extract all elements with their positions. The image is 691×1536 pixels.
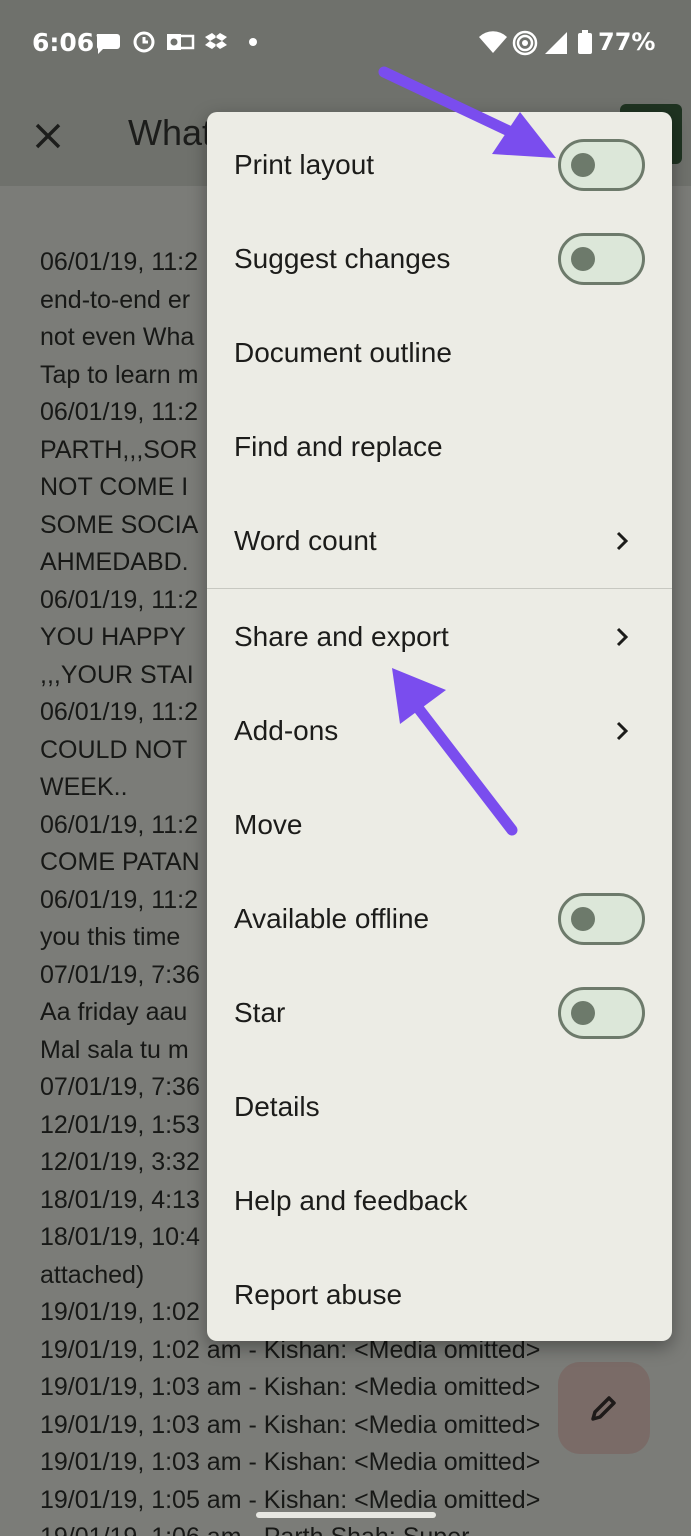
menu-item-help-and-feedback[interactable]: Help and feedback	[207, 1154, 672, 1248]
edit-fab[interactable]	[558, 1362, 650, 1454]
toggle-thumb	[571, 247, 595, 271]
menu-item-details[interactable]: Details	[207, 1060, 672, 1154]
chevron-right-icon	[616, 627, 629, 647]
chevron-right-icon	[616, 721, 629, 741]
chevron-right-icon	[616, 531, 629, 551]
menu-item-move[interactable]: Move	[207, 778, 672, 872]
menu-item-print-layout[interactable]: Print layout	[207, 118, 672, 212]
toggle-thumb	[571, 907, 595, 931]
menu-item-share-and-export[interactable]: Share and export	[207, 590, 672, 684]
document-line: 19/01/19, 1:06 am - Parth Shah: Super	[40, 1519, 691, 1536]
menu-item-label: Print layout	[234, 149, 375, 180]
menu-item-label: Star	[234, 997, 286, 1028]
outlook-icon	[165, 28, 195, 56]
battery-icon	[576, 28, 594, 56]
status-time: 6:06	[32, 28, 95, 57]
menu-item-label: Move	[234, 809, 303, 840]
menu-item-label: Help and feedback	[234, 1185, 468, 1216]
menu-item-suggest-changes[interactable]: Suggest changes	[207, 212, 672, 306]
menu-item-word-count[interactable]: Word count	[207, 494, 672, 588]
close-icon[interactable]	[28, 116, 68, 156]
menu-item-label: Document outline	[234, 337, 452, 368]
menu-item-add-ons[interactable]: Add-ons	[207, 684, 672, 778]
home-indicator[interactable]	[256, 1512, 436, 1518]
wifi-icon	[478, 28, 507, 56]
signal-icon	[543, 28, 571, 56]
menu-item-document-outline[interactable]: Document outline	[207, 306, 672, 400]
menu-item-label: Details	[234, 1091, 320, 1122]
menu-item-available-offline[interactable]: Available offline	[207, 872, 672, 966]
menu-item-label: Word count	[234, 525, 377, 556]
menu-item-label: Share and export	[234, 621, 449, 652]
menu-item-star[interactable]: Star	[207, 966, 672, 1060]
suggest-changes-toggle[interactable]	[558, 233, 645, 285]
sync-icon	[130, 28, 158, 56]
menu-divider	[207, 588, 672, 589]
menu-item-label: Report abuse	[234, 1279, 403, 1310]
toggle-thumb	[571, 153, 595, 177]
toggle-thumb	[571, 1001, 595, 1025]
battery-percent: 77%	[598, 28, 656, 56]
status-bar: 6:06 77%	[0, 0, 691, 86]
document-title: What	[128, 112, 213, 153]
menu-item-find-and-replace[interactable]: Find and replace	[207, 400, 672, 494]
pencil-icon	[591, 1396, 616, 1421]
menu-item-report-abuse[interactable]: Report abuse	[207, 1248, 672, 1342]
hotspot-icon	[511, 28, 539, 56]
menu-item-label: Add-ons	[234, 715, 339, 746]
print-layout-toggle[interactable]	[558, 139, 645, 191]
menu-item-label: Suggest changes	[234, 243, 451, 274]
menu-item-label: Available offline	[234, 903, 430, 934]
dot-icon	[246, 28, 274, 56]
menu-item-label: Find and replace	[234, 431, 443, 462]
overflow-menu: Print layout Suggest changes Document outl…	[207, 112, 672, 1341]
star-toggle[interactable]	[558, 987, 645, 1039]
available-offline-toggle[interactable]	[558, 893, 645, 945]
chat-icon	[93, 28, 121, 56]
dropbox-icon	[202, 28, 230, 56]
